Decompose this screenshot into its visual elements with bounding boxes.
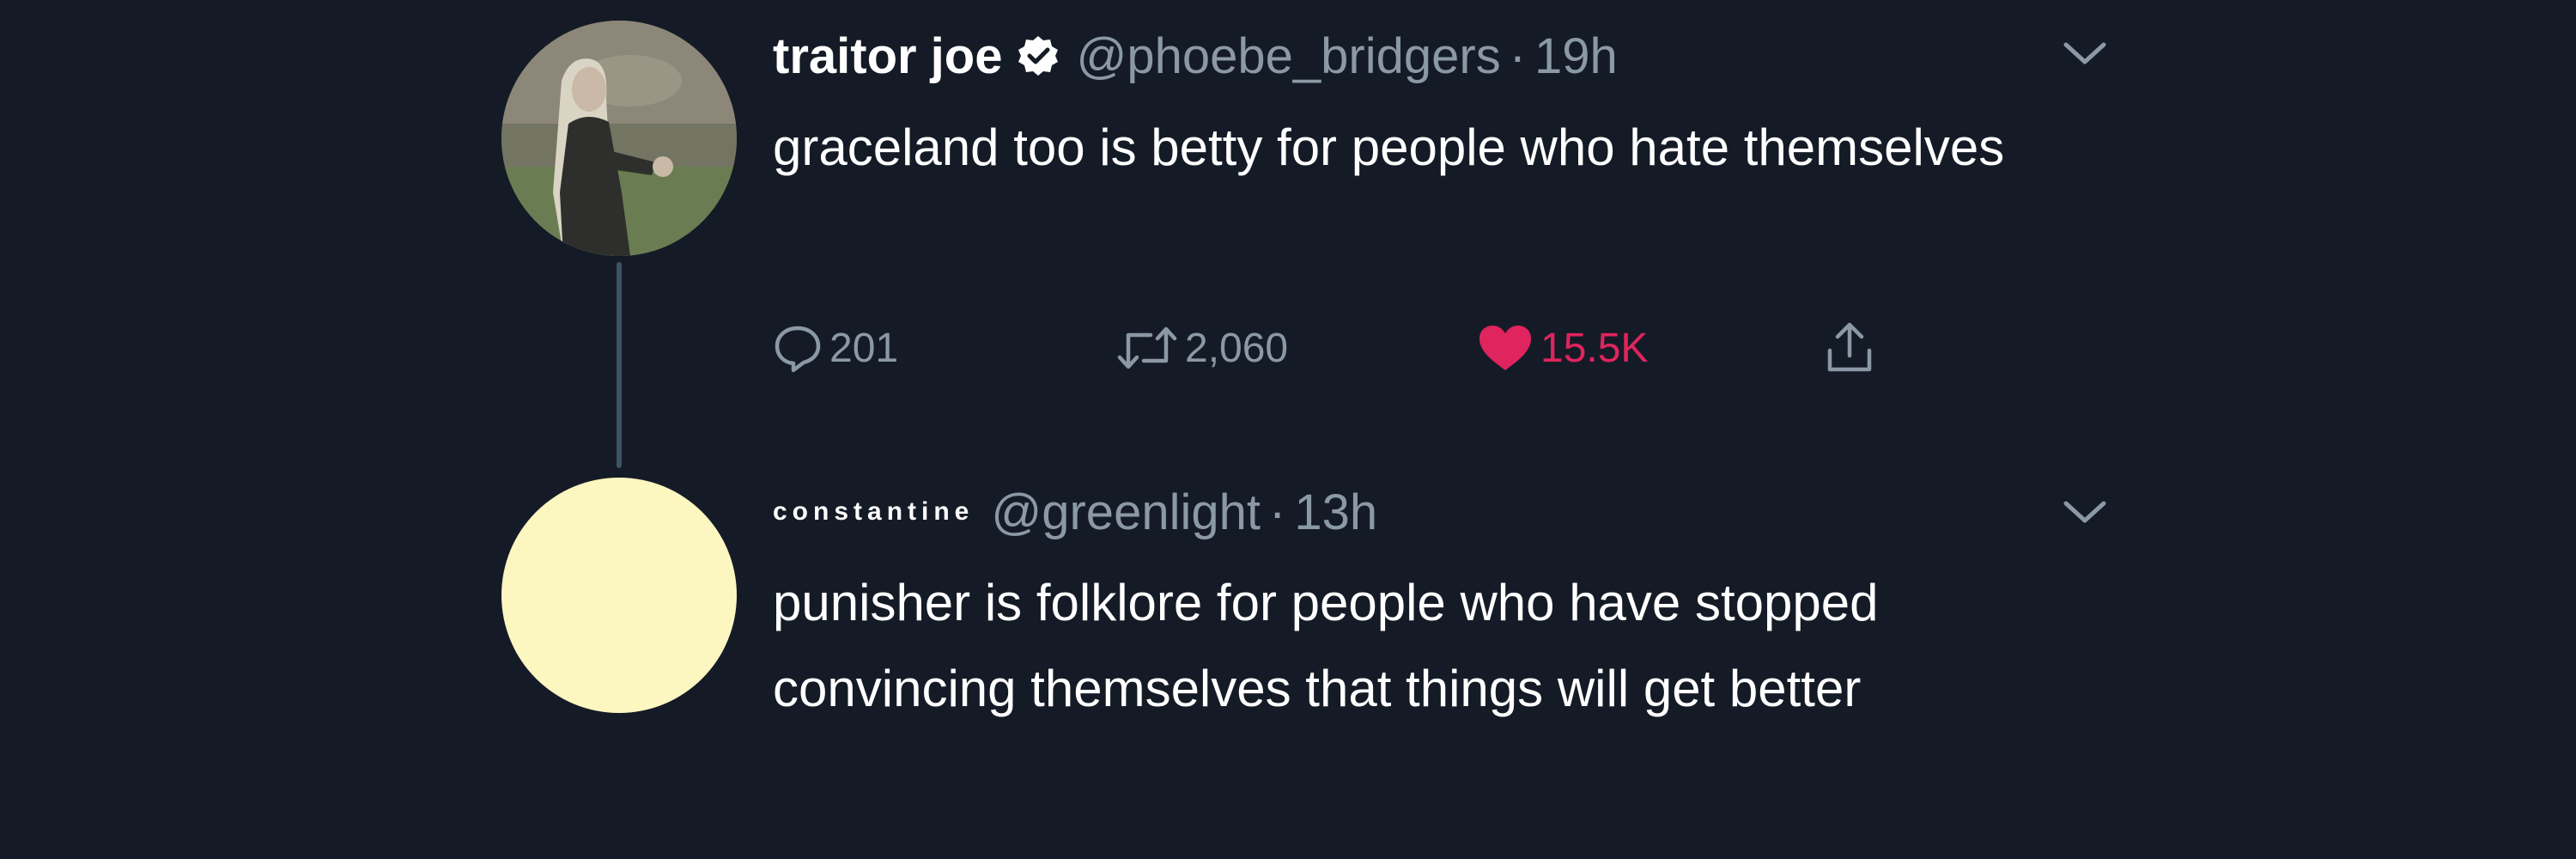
like-button[interactable]: 15.5K — [1477, 318, 1648, 378]
heart-filled-icon — [1479, 326, 1531, 370]
avatar[interactable] — [501, 21, 737, 256]
retweet-icon — [1117, 326, 1177, 369]
share-icon — [1827, 322, 1872, 372]
avatar-photo — [501, 21, 737, 256]
retweet-count: 2,060 — [1185, 325, 1289, 371]
avatar[interactable] — [501, 478, 737, 713]
timestamp[interactable]: 13h — [1294, 484, 1377, 541]
verified-badge-icon — [1017, 34, 1060, 77]
chevron-down-icon[interactable] — [2063, 500, 2107, 526]
handle[interactable]: @greenlight — [991, 484, 1261, 541]
timestamp[interactable]: 19h — [1534, 27, 1618, 85]
separator: · — [1509, 27, 1527, 84]
tweet-header: traitor joe @phoebe_bridgers · 19h — [773, 26, 1618, 86]
tweet-header: constantine @greenlight · 13h — [773, 478, 1377, 546]
separator: · — [1268, 484, 1286, 540]
share-button[interactable] — [1825, 318, 1874, 378]
like-count: 15.5K — [1540, 325, 1649, 371]
reply-button[interactable]: 201 — [773, 318, 898, 378]
thread-connector-line — [617, 262, 622, 468]
chevron-down-icon[interactable] — [2063, 41, 2107, 67]
reply-icon — [775, 326, 821, 373]
tweet-text: graceland too is betty for people who ha… — [773, 119, 2005, 176]
display-name[interactable]: traitor joe — [773, 27, 1003, 85]
reply-count: 201 — [829, 325, 899, 371]
retweet-button[interactable]: 2,060 — [1116, 318, 1288, 378]
handle[interactable]: @phoebe_bridgers — [1077, 27, 1501, 85]
display-name[interactable]: constantine — [773, 497, 974, 527]
tweet-text: punisher is folklore for people who have… — [773, 574, 1879, 717]
